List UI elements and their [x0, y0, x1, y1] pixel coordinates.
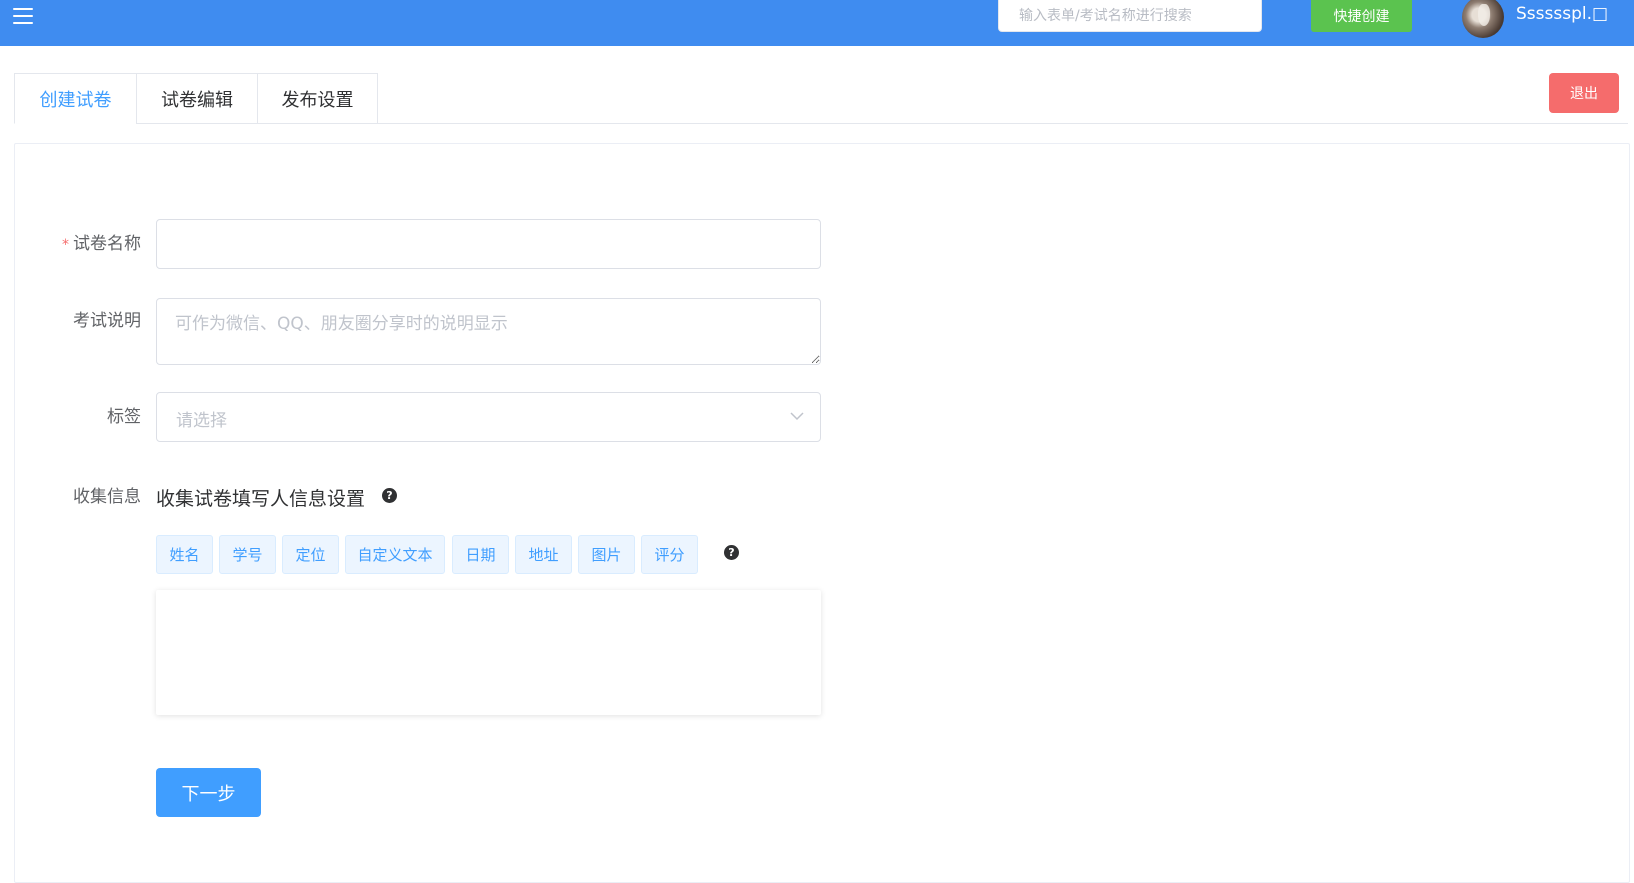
- collect-info-label: 收集信息: [73, 487, 141, 507]
- collect-tag[interactable]: 评分: [641, 535, 698, 574]
- search-input[interactable]: [999, 0, 1261, 31]
- quick-create-button[interactable]: 快捷创建: [1311, 0, 1412, 32]
- avatar[interactable]: [1462, 0, 1504, 38]
- tag-label: 标签: [107, 407, 141, 427]
- collect-info-title: 收集试卷填写人信息设置: [156, 488, 366, 510]
- exam-desc-label: 考试说明: [73, 311, 141, 331]
- exit-button[interactable]: 退出: [1549, 73, 1619, 113]
- paper-name-label: * 试卷名称: [62, 229, 141, 254]
- collect-tag[interactable]: 地址: [515, 535, 572, 574]
- search-box: [998, 0, 1262, 32]
- collect-tag[interactable]: 学号: [219, 535, 276, 574]
- collect-tag[interactable]: 定位: [282, 535, 339, 574]
- question-circle-icon[interactable]: ?: [382, 488, 397, 503]
- tab-edit-paper[interactable]: 试卷编辑: [136, 73, 257, 124]
- tag-select-placeholder: 请选择: [176, 411, 227, 431]
- tab-publish-settings[interactable]: 发布设置: [257, 73, 378, 124]
- paper-name-input[interactable]: [156, 219, 821, 269]
- username[interactable]: Sssssspl.□: [1516, 4, 1608, 24]
- collect-tag[interactable]: 自定义文本: [345, 535, 445, 574]
- collect-tag[interactable]: 姓名: [156, 535, 213, 574]
- question-circle-icon[interactable]: ?: [724, 545, 739, 560]
- collect-tag[interactable]: 日期: [452, 535, 509, 574]
- step-tabs: 创建试卷 试卷编辑 发布设置: [14, 73, 378, 124]
- next-step-button[interactable]: 下一步: [156, 768, 261, 817]
- required-asterisk: *: [62, 237, 69, 253]
- tag-select[interactable]: 请选择: [156, 392, 821, 442]
- chevron-down-icon: [790, 412, 804, 421]
- paper-name-label-text: 试卷名称: [73, 234, 141, 254]
- exam-desc-textarea[interactable]: [156, 298, 821, 365]
- tabs-divider: [136, 123, 1628, 124]
- hamburger-menu-icon[interactable]: [13, 6, 35, 26]
- tab-create-paper[interactable]: 创建试卷: [14, 73, 136, 124]
- top-navbar: 快捷创建 Sssssspl.□: [0, 0, 1634, 46]
- collect-tag[interactable]: 图片: [578, 535, 635, 574]
- collect-fields-area: [156, 590, 821, 715]
